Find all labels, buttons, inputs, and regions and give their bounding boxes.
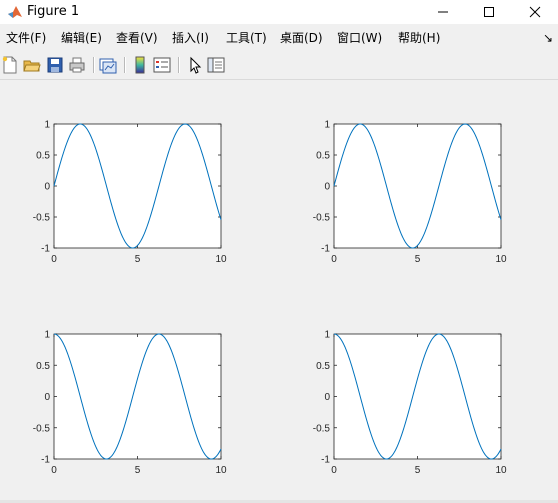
menu-edit[interactable]: 编辑(E) — [61, 30, 102, 46]
x-tick-label: 10 — [495, 254, 507, 265]
menu-tools[interactable]: 工具(T) — [226, 30, 267, 46]
matlab-logo-icon — [8, 6, 22, 18]
y-tick-label: -1 — [321, 244, 330, 255]
title-bar: Figure 1 — [0, 0, 558, 24]
dock-figure-icon[interactable]: ↘ — [543, 30, 553, 46]
y-tick-label: -1 — [321, 455, 330, 466]
minimize-icon — [438, 11, 448, 13]
y-tick-label: -0.5 — [313, 213, 331, 224]
print-icon[interactable] — [68, 56, 86, 74]
x-tick-label: 5 — [415, 465, 421, 476]
figure-canvas[interactable]: 1 0.5 0 -0.5 -1 0 5 10 1 0.5 0 -0.5 -1 0 5 10 1 0.5 0 -0.5-… — [0, 80, 558, 500]
y-tick-label: 0.5 — [316, 361, 330, 372]
close-button[interactable] — [512, 0, 558, 24]
y-tick-label: 1 — [324, 120, 330, 131]
axes-3[interactable]: 10.50-0.5-10 5 10 — [33, 330, 227, 477]
menu-file[interactable]: 文件(F) — [6, 30, 46, 46]
y-tick-label: -0.5 — [313, 423, 331, 434]
menu-insert[interactable]: 插入(I) — [172, 30, 209, 46]
x-tick-label: 10 — [495, 465, 507, 476]
x-tick-label: 0 — [51, 465, 57, 476]
y-tick-label: -0.5 — [33, 423, 51, 434]
y-tick-label: -0.5 — [33, 213, 51, 224]
y-tick-label: 0 — [44, 392, 50, 403]
axes-box — [53, 123, 222, 249]
menu-view[interactable]: 查看(V) — [116, 30, 158, 46]
x-tick-label: 10 — [215, 254, 227, 265]
y-tick-label: -1 — [41, 244, 50, 255]
axes-1[interactable]: 10.50-0.5-10 5 10 — [33, 120, 227, 266]
figure-toolbar — [0, 52, 558, 80]
toolbar-separator — [178, 57, 180, 73]
legend-icon[interactable] — [153, 56, 171, 74]
x-tick-label: 10 — [215, 465, 227, 476]
minimize-button[interactable] — [420, 0, 466, 24]
window-title: Figure 1 — [27, 4, 80, 19]
y-tick-label: 0 — [324, 182, 330, 193]
y-tick-label: 0 — [324, 392, 330, 403]
axes-box — [333, 333, 502, 460]
colorbar-icon[interactable] — [131, 56, 149, 74]
axes-4[interactable]: 10.50-0.5-10 5 10 — [313, 330, 507, 477]
pointer-icon[interactable] — [186, 56, 204, 74]
menu-window[interactable]: 窗口(W) — [337, 30, 382, 46]
subplots-svg[interactable]: 10.50-0.5-10 5 1010.50-0.5-10 5 1010.50-0.5-… — [0, 80, 558, 500]
axes-box — [333, 123, 502, 249]
y-tick-label: 1 — [44, 330, 50, 341]
link-plot-icon[interactable] — [99, 56, 117, 74]
x-tick-label: 0 — [331, 254, 337, 265]
menu-help[interactable]: 帮助(H) — [398, 30, 440, 46]
y-tick-label: 0.5 — [36, 151, 50, 162]
axes-box — [53, 333, 222, 460]
x-tick-label: 5 — [135, 465, 141, 476]
y-tick-label: 0.5 — [316, 151, 330, 162]
menu-desktop[interactable]: 桌面(D) — [280, 30, 323, 46]
y-tick-label: 1 — [324, 330, 330, 341]
maximize-button[interactable] — [466, 0, 512, 24]
y-tick-label: 1 — [44, 120, 50, 131]
y-tick-label: -1 — [41, 455, 50, 466]
toolbar-separator — [124, 57, 126, 73]
y-tick-label: 0 — [44, 182, 50, 193]
menu-bar: 文件(F) 编辑(E) 查看(V) 插入(I) 工具(T) 桌面(D) 窗口(W… — [0, 26, 558, 50]
open-file-icon[interactable] — [23, 56, 41, 74]
x-tick-label: 0 — [51, 254, 57, 265]
new-figure-icon[interactable] — [1, 56, 19, 74]
maximize-icon — [484, 7, 494, 17]
x-tick-label: 5 — [415, 254, 421, 265]
x-tick-label: 0 — [331, 465, 337, 476]
x-tick-label: 5 — [135, 254, 141, 265]
subplot-1[interactable]: 1 0.5 0 -0.5 -1 0 5 10 1 0.5 0 -0.5 -1 0 5 10 1 0.5 0 -0.5-… — [0, 80, 558, 500]
y-tick-label: 0.5 — [36, 361, 50, 372]
toolbar-separator — [93, 57, 95, 73]
save-icon[interactable] — [46, 56, 64, 74]
property-inspector-icon[interactable] — [207, 56, 225, 74]
close-icon — [529, 6, 541, 18]
axes-2[interactable]: 10.50-0.5-10 5 10 — [313, 120, 507, 266]
